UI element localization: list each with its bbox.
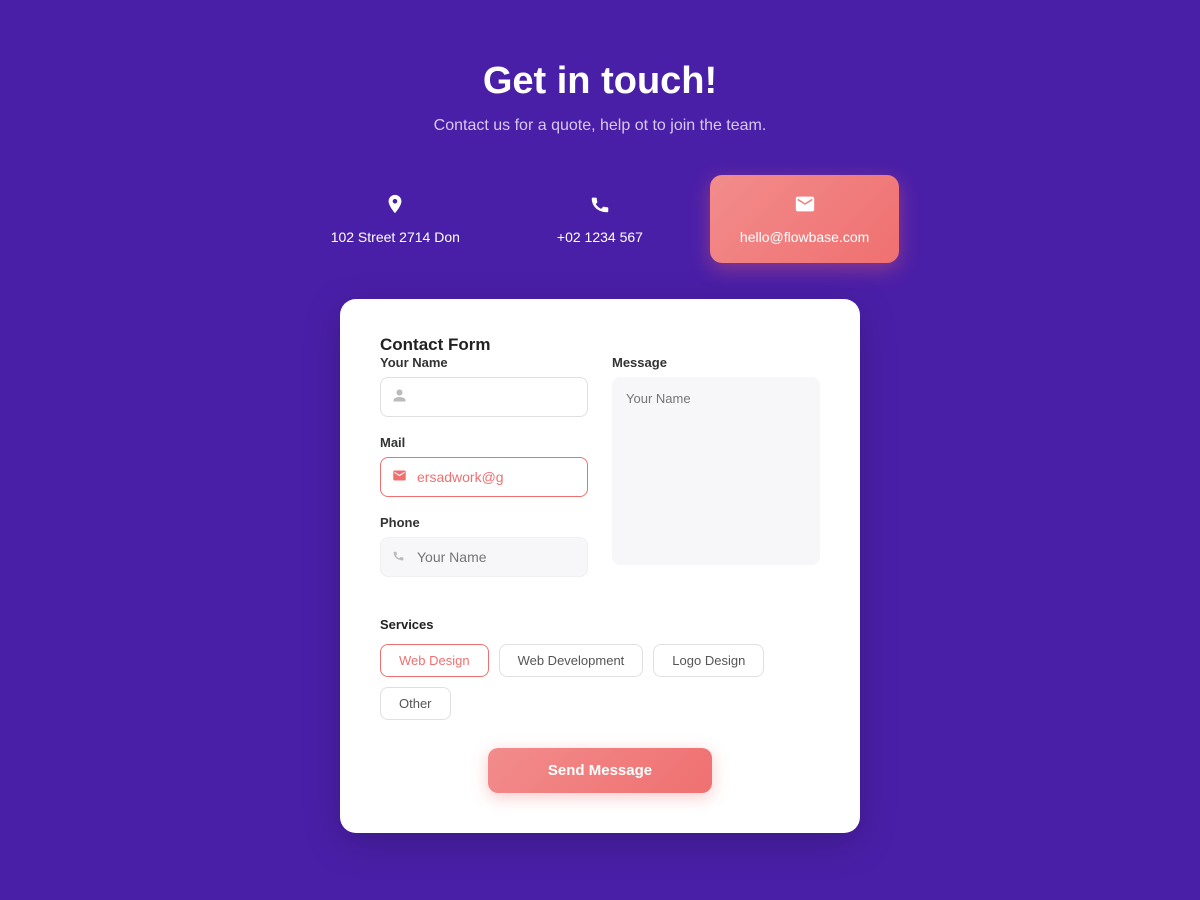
message-textarea[interactable] <box>612 377 820 565</box>
page-subtitle: Contact us for a quote, help ot to join … <box>434 117 767 135</box>
email-label: hello@flowbase.com <box>740 229 869 245</box>
message-field-group: Message <box>612 355 820 595</box>
send-message-button[interactable]: Send Message <box>488 748 712 793</box>
page-title: Get in touch! <box>483 60 717 103</box>
send-btn-wrapper: Send Message <box>380 748 820 793</box>
phone-input[interactable] <box>380 537 588 577</box>
mail-field-group: Mail <box>380 435 588 497</box>
contact-form-card: Contact Form Your Name Mail <box>340 299 860 833</box>
email-icon <box>794 193 816 221</box>
name-label: Your Name <box>380 355 588 370</box>
mail-input[interactable] <box>380 457 588 497</box>
contact-phone-card[interactable]: +02 1234 567 <box>520 175 680 263</box>
message-label: Message <box>612 355 820 370</box>
services-section: Services Web Design Web Development Logo… <box>380 617 820 720</box>
address-label: 102 Street 2714 Don <box>331 229 460 245</box>
name-input-wrapper <box>380 377 588 417</box>
contact-info-row: 102 Street 2714 Don +02 1234 567 hello@f… <box>301 175 900 263</box>
form-left: Your Name Mail <box>380 355 588 595</box>
phone-icon <box>589 193 611 221</box>
services-buttons: Web Design Web Development Logo Design O… <box>380 644 820 720</box>
phone-label: Phone <box>380 515 588 530</box>
name-field-group: Your Name <box>380 355 588 417</box>
service-web-design[interactable]: Web Design <box>380 644 489 677</box>
phone-input-wrapper <box>380 537 588 577</box>
phone-label: +02 1234 567 <box>557 229 643 245</box>
service-other[interactable]: Other <box>380 687 451 720</box>
service-logo-design[interactable]: Logo Design <box>653 644 764 677</box>
contact-address-card[interactable]: 102 Street 2714 Don <box>301 175 490 263</box>
services-label: Services <box>380 617 820 632</box>
phone-field-group: Phone <box>380 515 588 577</box>
mail-input-wrapper <box>380 457 588 497</box>
mail-label: Mail <box>380 435 588 450</box>
form-layout: Your Name Mail <box>380 355 820 595</box>
service-web-development[interactable]: Web Development <box>499 644 644 677</box>
form-title: Contact Form <box>380 335 491 354</box>
form-right: Message <box>612 355 820 595</box>
contact-email-card[interactable]: hello@flowbase.com <box>710 175 899 263</box>
name-input[interactable] <box>380 377 588 417</box>
location-icon <box>384 193 406 221</box>
